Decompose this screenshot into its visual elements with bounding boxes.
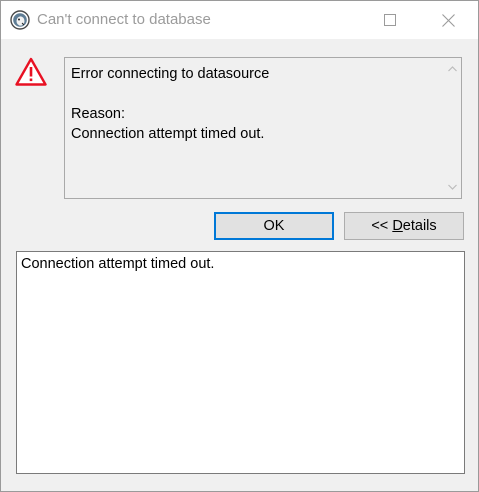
- maximize-icon: [384, 14, 396, 26]
- error-dialog: Can't connect to database Error connecti…: [0, 0, 479, 492]
- details-text-area[interactable]: Connection attempt timed out.: [16, 251, 465, 474]
- error-message-text: Error connecting to datasource Reason: C…: [71, 66, 270, 142]
- close-icon: [441, 13, 455, 27]
- close-button[interactable]: [425, 1, 471, 39]
- details-button[interactable]: << Details: [344, 212, 464, 240]
- scroll-down-icon[interactable]: [446, 181, 459, 193]
- maximize-button[interactable]: [367, 1, 413, 39]
- ok-button[interactable]: OK: [214, 212, 334, 240]
- details-button-prefix: <<: [371, 218, 393, 234]
- details-text: Connection attempt timed out.: [21, 256, 215, 272]
- details-button-accelerator: D: [392, 218, 403, 234]
- window-title: Can't connect to database: [37, 11, 211, 28]
- ok-button-label: OK: [263, 218, 285, 234]
- warning-icon: [15, 57, 47, 86]
- title-bar[interactable]: Can't connect to database: [1, 1, 478, 39]
- error-message-box[interactable]: Error connecting to datasource Reason: C…: [64, 57, 462, 199]
- app-icon: [10, 10, 30, 30]
- details-button-rest: etails: [402, 218, 437, 234]
- scroll-up-icon[interactable]: [446, 63, 459, 75]
- message-scrollbar[interactable]: [444, 58, 461, 198]
